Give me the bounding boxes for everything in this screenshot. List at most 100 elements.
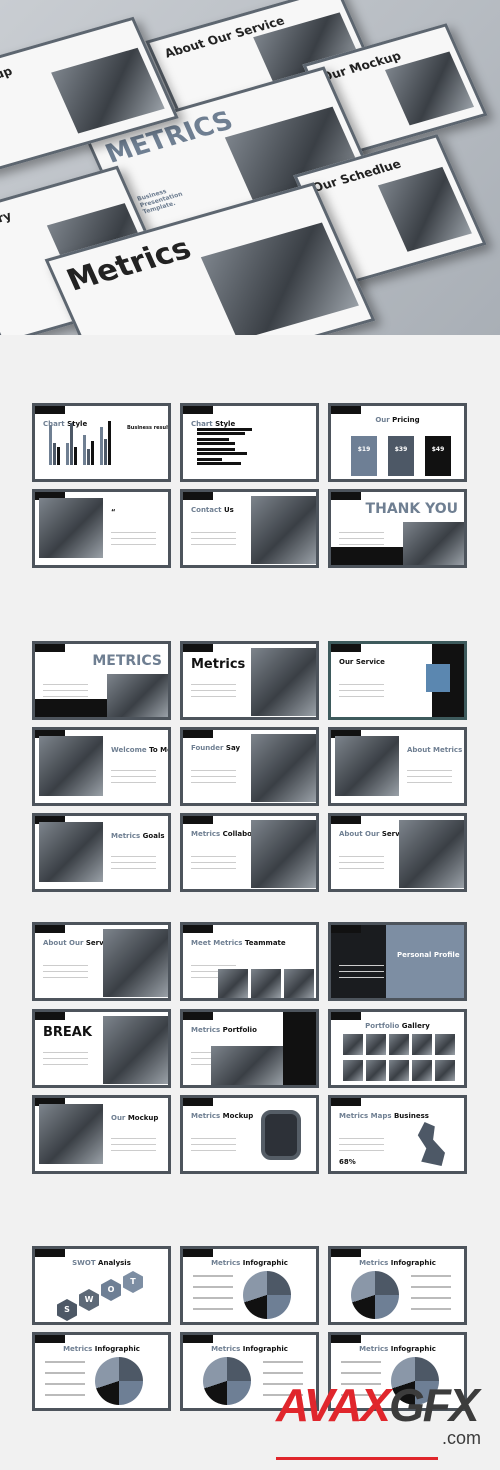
slide-thumbnail: Our Service [328,641,467,720]
slide-photo [39,498,103,558]
slide-title: Metrics Maps Business [339,1112,429,1120]
slide-title-light: Welcome [111,746,150,754]
text-line [43,1064,88,1065]
text-line [191,862,236,863]
hero-slide-photo [200,222,359,335]
slide-title-bold: Teammate [244,939,286,947]
slide-title-bold: Style [215,420,236,428]
text-line [191,532,236,533]
slide-photo [251,496,316,564]
swot-hexagon: W [79,1289,99,1311]
chart-bar [91,441,94,465]
slide-title: Metrics Infographic [183,1259,316,1267]
text-line [407,770,452,771]
slide-title-bold: Analysis [98,1259,131,1267]
slide-photo [251,820,316,888]
text-line [411,1275,451,1277]
text-line [339,690,384,691]
slide-title-light: Metrics Maps [339,1112,394,1120]
slide-thumbnail: Our Pricing $19 $39 $49 [328,403,467,482]
text-line [411,1297,451,1299]
slide-title-light: Founder [191,744,226,752]
text-line [191,1150,236,1151]
text-line [193,1286,233,1288]
gallery-photo [389,1060,409,1081]
text-line [263,1361,303,1363]
slide-photo [399,820,464,888]
slide-title: Contact Us [191,506,234,514]
slide-title-light: Metrics [111,832,143,840]
slide-title-bold: Personal Profile [397,951,460,959]
slide-header-bar [183,925,213,933]
text-line [111,544,156,545]
chart-bar [53,443,56,465]
slide-title-bold: Portfolio [222,1026,257,1034]
text-line [45,1361,85,1363]
slide-thumbnail: “ [32,489,171,568]
slide-title: Metrics Infographic [331,1345,464,1353]
slide-header-bar [331,644,361,652]
chart-side-title: Business result [127,425,171,431]
chart-bar [197,438,229,441]
slide-title-light: About Our [339,830,382,838]
slide-thumbnail: Welcome To Metrics [32,727,171,806]
slide-thumbnail: Founder Say [180,727,319,806]
slide-title-light: Metrics [211,1259,243,1267]
slide-thumbnail: Contact Us [180,489,319,568]
hero-subtitle: Business Presentation Template. [136,188,184,216]
slide-header-bar [35,1012,65,1020]
slide-title: Chart Style [191,420,235,428]
chart-bar [49,425,52,465]
slide-title-bold: Us [223,506,234,514]
slide-thumbnail: Metrics Maps Business 68% [328,1095,467,1174]
text-line [263,1372,303,1374]
slide-thumbnail: METRICS [32,641,171,720]
infographic-graphic [95,1357,143,1405]
slide-header-bar [183,1249,213,1257]
slide-title-bold: Infographic [390,1259,436,1267]
chart-bar [66,443,69,465]
text-line [111,538,156,539]
text-line [339,868,384,869]
watch-image [261,1110,301,1160]
slide-title-bold: Infographic [242,1345,288,1353]
slide-header-bar [183,1335,213,1343]
profile-panel [386,925,464,998]
slide-header-bar [183,730,213,738]
slide-title-light: Contact [191,506,224,514]
text-line [111,856,156,857]
slide-title-bold: Infographic [242,1259,288,1267]
slide-header-bar [331,1249,361,1257]
slide-title-bold: Pricing [392,416,420,424]
slide-photo [426,664,450,692]
slide-title-light: Our [375,416,393,424]
chart-bar [74,447,77,465]
slide-thumbnail: Chart Style [180,403,319,482]
text-line [341,1372,381,1374]
slide-title: “ [111,508,116,516]
text-line [191,690,236,691]
text-line [339,856,384,857]
slide-title: Portfolio Gallery [331,1022,464,1030]
slide-title: Metrics Portfolio [191,1026,257,1034]
gallery-photo [366,1060,386,1081]
text-line [339,1150,384,1151]
text-line [43,690,88,691]
slide-photo [103,929,168,997]
dark-block [331,547,403,565]
slide-title-bold: Say [225,744,241,752]
slide-title-bold: BREAK [43,1025,92,1040]
slide-title: Metrics [191,658,245,672]
watermark-suffix: .com [442,1428,482,1448]
infographic-graphic [351,1271,399,1319]
slide-thumbnail: Metrics Collaboration [180,813,319,892]
slide-header-bar [35,925,65,933]
slide-title-bold: Our Service [339,658,385,666]
slide-title-light: SWOT [72,1259,99,1267]
text-line [111,862,156,863]
slide-photo [39,1104,103,1164]
pricing-card: $39 [388,436,414,476]
text-line [191,544,236,545]
text-line [45,1372,85,1374]
slide-title: Our Service [339,658,385,666]
